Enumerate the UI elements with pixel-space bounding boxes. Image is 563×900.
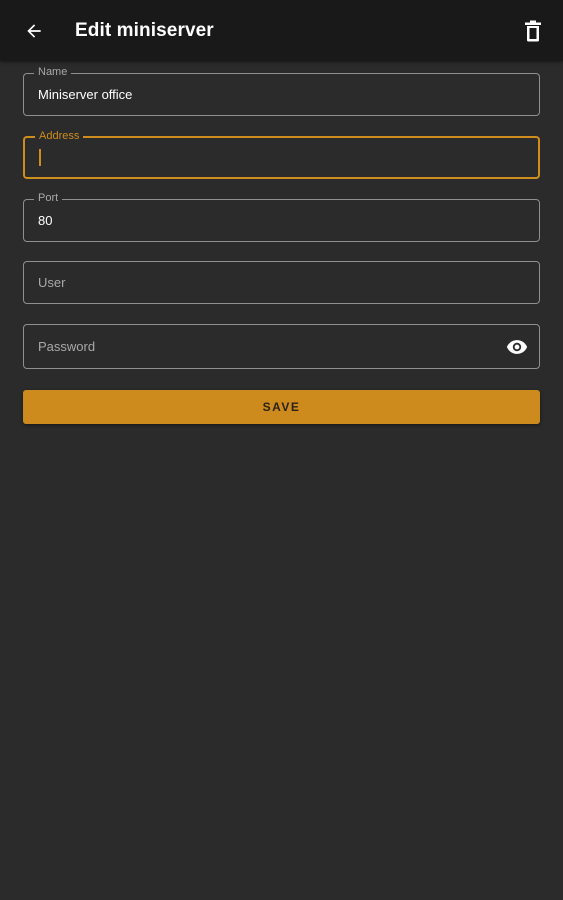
back-button[interactable] <box>20 17 48 45</box>
port-value: 80 <box>38 213 53 228</box>
address-label: Address <box>35 130 84 143</box>
password-field[interactable]: Password <box>23 324 540 369</box>
save-button-label: SAVE <box>262 400 301 414</box>
app-bar: Edit miniserver <box>0 0 563 61</box>
name-label: Name <box>34 66 72 79</box>
text-cursor <box>39 149 41 166</box>
arrow-left-icon <box>27 24 41 38</box>
address-field[interactable]: Address <box>23 130 540 179</box>
save-button[interactable]: SAVE <box>23 390 540 424</box>
user-placeholder: User <box>38 275 66 290</box>
eye-icon <box>506 340 528 354</box>
name-value: Miniserver office <box>38 87 133 102</box>
port-label: Port <box>34 192 63 205</box>
name-field[interactable]: Name Miniserver office <box>23 66 540 116</box>
trash-icon <box>525 20 541 42</box>
port-field[interactable]: Port 80 <box>23 192 540 242</box>
password-visibility-toggle[interactable] <box>505 336 529 358</box>
page-title: Edit miniserver <box>75 20 214 41</box>
user-field[interactable]: User <box>23 261 540 304</box>
password-placeholder: Password <box>38 339 96 354</box>
delete-button[interactable] <box>520 17 546 45</box>
